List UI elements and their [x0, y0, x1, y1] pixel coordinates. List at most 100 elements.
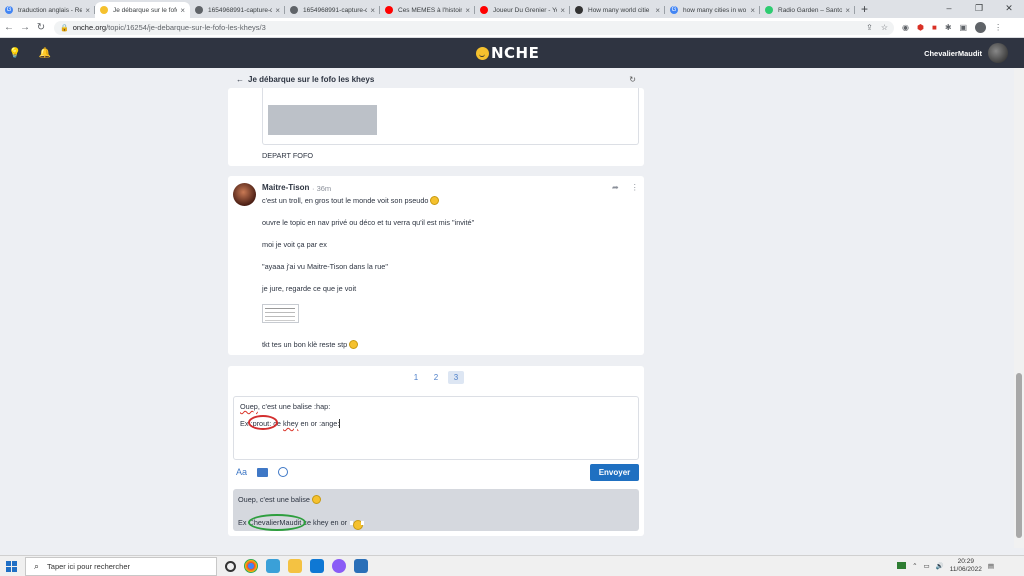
browser-tab[interactable]: Ghow many cities in wo ×: [665, 2, 760, 18]
hap-smiley-icon: [430, 196, 440, 205]
editor-line: Ouep, c'est une balise :hap:: [240, 402, 331, 411]
tab-favicon-icon: [385, 6, 393, 14]
tab-close-icon[interactable]: ×: [560, 6, 565, 15]
post-author[interactable]: Maitre-Tison: [262, 183, 309, 192]
red-annotation-circle: [248, 415, 278, 430]
profile-icon[interactable]: [975, 22, 987, 33]
post-line: tkt tes un bon klè reste stp: [262, 340, 359, 349]
page-3-link[interactable]: 3: [448, 371, 464, 384]
text-caret: [339, 419, 341, 428]
topic-title: Je débarque sur le fofo les kheys: [248, 74, 375, 84]
page-scrollbar[interactable]: [1014, 68, 1024, 548]
extension-badge-icon[interactable]: ■: [932, 23, 937, 32]
file-explorer-icon[interactable]: [288, 559, 302, 573]
scrollbar-thumb[interactable]: [1016, 373, 1022, 538]
calculator-icon[interactable]: [354, 559, 368, 573]
topic-title-bar: ← Je débarque sur le fofo les kheys ↻: [228, 70, 644, 88]
tab-title: traduction anglais - Re: [18, 6, 83, 14]
app-icon[interactable]: [332, 559, 346, 573]
reload-icon[interactable]: ↻: [34, 22, 48, 33]
share-arrow-icon[interactable]: ➦: [612, 183, 619, 192]
chrome-icon[interactable]: [244, 559, 258, 573]
quoted-image[interactable]: [268, 105, 377, 135]
lock-icon[interactable]: 🔒: [60, 24, 69, 32]
browser-tab[interactable]: Ces MEMES à l'histoire ×: [380, 2, 475, 18]
cortana-icon[interactable]: [225, 560, 236, 572]
url-path: /topic/16254/je-debarque-sur-le-fofo-les…: [106, 23, 266, 32]
emoji-picker-icon[interactable]: [278, 467, 289, 477]
add-image-icon[interactable]: [257, 467, 269, 477]
lightbulb-icon[interactable]: 💡: [0, 48, 30, 59]
maximize-icon[interactable]: ❐: [964, 0, 994, 18]
site-logo[interactable]: NCHE: [476, 44, 539, 62]
browser-tab[interactable]: Gtraduction anglais - Re ×: [0, 2, 95, 18]
tab-close-icon[interactable]: ×: [465, 6, 470, 15]
tab-title: Ces MEMES à l'histoire: [398, 6, 463, 14]
windows-start-icon[interactable]: [6, 560, 17, 572]
browser-tab[interactable]: Joueur Du Grenier - Yo ×: [475, 2, 570, 18]
adblock-icon[interactable]: ⬢: [917, 23, 924, 32]
browser-tab[interactable]: How many world citie ×: [570, 2, 665, 18]
nvidia-icon[interactable]: [897, 562, 907, 569]
new-tab-icon[interactable]: +: [861, 2, 868, 16]
page-1-link[interactable]: 1: [408, 371, 424, 384]
tab-close-icon[interactable]: ×: [845, 6, 850, 15]
browser-tab[interactable]: Je débarque sur le fofo ×: [95, 2, 190, 18]
reply-textarea[interactable]: Ouep, c'est une balise :hap: Ex :prout: …: [233, 396, 639, 460]
tab-favicon-icon: [100, 6, 108, 14]
tab-strip: Gtraduction anglais - Re × Je débarque sur…: [0, 0, 1024, 18]
post-line: moi je voit ça par ex: [262, 240, 327, 249]
browser-tab[interactable]: Radio Garden – Santo ×: [760, 2, 855, 18]
store-icon[interactable]: [310, 559, 324, 573]
extension-icon[interactable]: ◉: [902, 23, 909, 32]
back-arrow-icon[interactable]: ←: [236, 75, 244, 84]
edge-icon[interactable]: [266, 559, 280, 573]
hap-smiley-icon: [311, 495, 321, 504]
page-2-link[interactable]: 2: [428, 371, 444, 384]
volume-icon[interactable]: 🔊: [936, 562, 944, 570]
refresh-icon[interactable]: ↻: [629, 75, 636, 84]
font-format-icon[interactable]: Aa: [236, 467, 247, 477]
address-bar: ← → ↻ 🔒 onche.org/topic/16254/je-debarqu…: [0, 18, 1024, 38]
tab-close-icon[interactable]: ×: [180, 6, 185, 15]
tab-favicon-icon: [575, 6, 583, 14]
taskbar-clock[interactable]: 20:29 11/06/2022: [950, 558, 982, 574]
post-line: c'est un troll, en gros tout le monde vo…: [262, 196, 440, 205]
tray-chevron-icon[interactable]: ⌃: [912, 562, 917, 570]
tab-close-icon[interactable]: ×: [750, 6, 755, 15]
tab-close-icon[interactable]: ×: [655, 6, 660, 15]
author-avatar[interactable]: [233, 183, 256, 206]
avatar[interactable]: [988, 43, 1008, 63]
taskbar-search[interactable]: ⌕ Taper ici pour rechercher: [25, 556, 217, 576]
pagination: 1 2 3: [408, 371, 464, 384]
tab-close-icon[interactable]: ×: [275, 6, 280, 15]
system-tray: ⌃ ▭ 🔊 20:29 11/06/2022 ▤: [897, 555, 994, 576]
browser-tab[interactable]: 1654968991-capture-d ×: [190, 2, 285, 18]
send-button[interactable]: Envoyer: [590, 464, 639, 481]
forward-icon[interactable]: →: [18, 22, 32, 33]
tab-close-icon[interactable]: ×: [370, 6, 375, 15]
bookmark-star-icon[interactable]: ☆: [881, 23, 888, 32]
close-window-icon[interactable]: ✕: [994, 0, 1024, 18]
url-host: onche.org: [72, 23, 107, 32]
menu-dots-icon[interactable]: ⋮: [994, 23, 1002, 32]
quoted-content: [262, 88, 639, 145]
tab-close-icon[interactable]: ×: [85, 6, 90, 15]
user-menu[interactable]: ChevalierMaudit: [924, 43, 1008, 63]
screenshot-thumbnail[interactable]: [262, 304, 299, 323]
notification-icon[interactable]: ▤: [988, 562, 994, 570]
url-field[interactable]: 🔒 onche.org/topic/16254/je-debarque-sur-…: [54, 20, 894, 35]
green-annotation-circle: [248, 514, 306, 531]
preview-line: Ouep, c'est une balise: [238, 495, 321, 504]
tab-title: 1654968991-capture-d: [303, 6, 368, 14]
bell-icon[interactable]: 🔔: [30, 48, 60, 59]
sidepanel-icon[interactable]: ▣: [960, 23, 968, 32]
puzzle-icon[interactable]: ✱: [945, 23, 952, 32]
back-icon[interactable]: ←: [2, 22, 16, 33]
browser-tab[interactable]: 1654968991-capture-d ×: [285, 2, 380, 18]
more-options-icon[interactable]: ⋮: [631, 183, 639, 192]
share-icon[interactable]: ⇪: [866, 23, 873, 32]
windows-taskbar: ⌕ Taper ici pour rechercher: [0, 555, 1024, 576]
network-icon[interactable]: ▭: [924, 562, 930, 570]
minimize-icon[interactable]: –: [934, 0, 964, 18]
